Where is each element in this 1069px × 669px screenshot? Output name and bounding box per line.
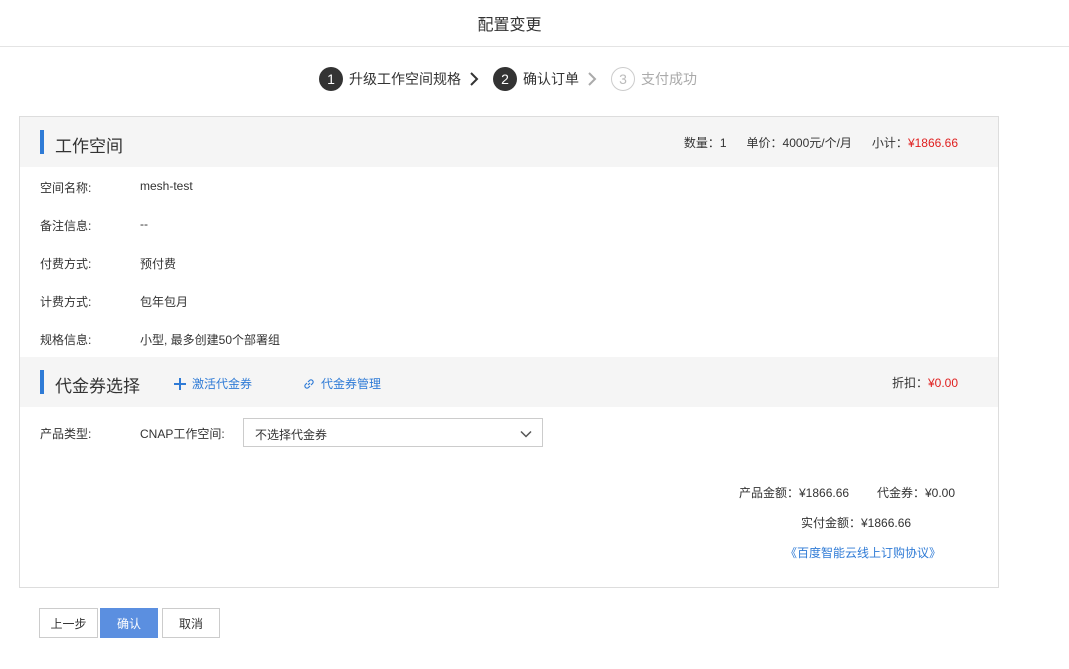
step-3-number: 3 (611, 67, 635, 91)
activate-voucher-label: 激活代金券 (192, 377, 253, 391)
plus-icon (174, 377, 186, 390)
section-accent-bar (40, 370, 44, 394)
quantity: 数量：1 (683, 136, 727, 150)
info-row-space-name: 空间名称: mesh-test (40, 179, 193, 196)
info-row-payment-method: 付费方式: 预付费 (40, 255, 176, 272)
discount: 折扣：¥0.00 (892, 374, 958, 391)
page-title: 配置变更 (477, 17, 542, 34)
product-amount: 产品金额：¥1866.66 (739, 486, 850, 500)
paid-amount: 实付金额：¥1866.66 (801, 516, 912, 530)
subtotal-label: 小计： (871, 136, 908, 150)
chevron-down-icon (520, 427, 532, 445)
info-value: mesh-test (140, 179, 193, 193)
activate-voucher-link[interactable]: 激活代金券 (174, 375, 252, 392)
info-key: 规格信息: (40, 333, 92, 347)
product-type-row: 产品类型: CNAP工作空间: (40, 425, 225, 442)
order-panel: 工作空间 数量：1 单价：4000元/个/月 小计：¥1866.66 空间名称:… (19, 116, 999, 588)
manage-voucher-link[interactable]: 代金券管理 (303, 375, 381, 392)
cancel-button[interactable]: 取消 (162, 608, 220, 638)
voucher-select-value: 不选择代金券 (255, 428, 328, 442)
workspace-section-header: 工作空间 数量：1 单价：4000元/个/月 小计：¥1866.66 (20, 117, 998, 167)
info-row-spec: 规格信息: 小型, 最多创建50个部署组 (40, 331, 280, 348)
prev-step-button[interactable]: 上一步 (39, 608, 98, 638)
info-value: 包年包月 (140, 295, 189, 309)
info-value: -- (140, 217, 148, 231)
info-row-billing-method: 计费方式: 包年包月 (40, 293, 188, 310)
product-name: CNAP工作空间: (140, 427, 225, 441)
step-1: 1 升级工作空间规格 (319, 67, 461, 91)
voucher-section-title: 代金券选择 (55, 377, 140, 396)
step-2: 2 确认订单 (493, 67, 579, 91)
voucher-select[interactable]: 不选择代金券 (243, 418, 543, 447)
top-bar: 配置变更 (0, 0, 1069, 47)
step-1-number: 1 (319, 67, 343, 91)
chevron-right-icon (587, 72, 601, 86)
info-key: 计费方式: (40, 295, 92, 309)
manage-voucher-label: 代金券管理 (321, 377, 382, 391)
link-icon (304, 378, 314, 389)
step-1-label: 升级工作空间规格 (349, 71, 461, 87)
workspace-pricing: 数量：1 单价：4000元/个/月 小计：¥1866.66 (684, 134, 958, 151)
agreement-link[interactable]: 《百度智能云线上订购协议》 (785, 544, 941, 561)
confirm-button[interactable]: 确认 (100, 608, 158, 638)
discount-value: ¥0.00 (927, 376, 958, 390)
voucher-section-header: 代金券选择 激活代金券 代金券管理 折扣：¥0.00 (20, 357, 998, 407)
chevron-right-icon (469, 72, 483, 86)
step-2-number: 2 (493, 67, 517, 91)
info-row-remark: 备注信息: -- (40, 217, 148, 234)
step-3: 3 支付成功 (611, 67, 697, 91)
step-3-label: 支付成功 (641, 71, 697, 87)
subtotal: 小计：¥1866.66 (872, 134, 958, 151)
discount-label: 折扣： (891, 376, 928, 390)
unit-price: 单价：4000元/个/月 (746, 136, 852, 150)
info-key: 空间名称: (40, 181, 92, 195)
step-2-label: 确认订单 (523, 71, 579, 87)
section-accent-bar (40, 130, 44, 154)
product-type-label: 产品类型: (40, 427, 92, 441)
subtotal-value: ¥1866.66 (907, 136, 958, 150)
step-indicator: 1 升级工作空间规格 2 确认订单 3 支付成功 (319, 66, 697, 92)
workspace-section-title: 工作空间 (55, 137, 123, 156)
voucher-amount: 代金券：¥0.00 (877, 486, 956, 500)
info-value: 预付费 (140, 257, 177, 271)
info-value: 小型, 最多创建50个部署组 (140, 333, 281, 347)
info-key: 付费方式: (40, 257, 92, 271)
info-key: 备注信息: (40, 219, 92, 233)
